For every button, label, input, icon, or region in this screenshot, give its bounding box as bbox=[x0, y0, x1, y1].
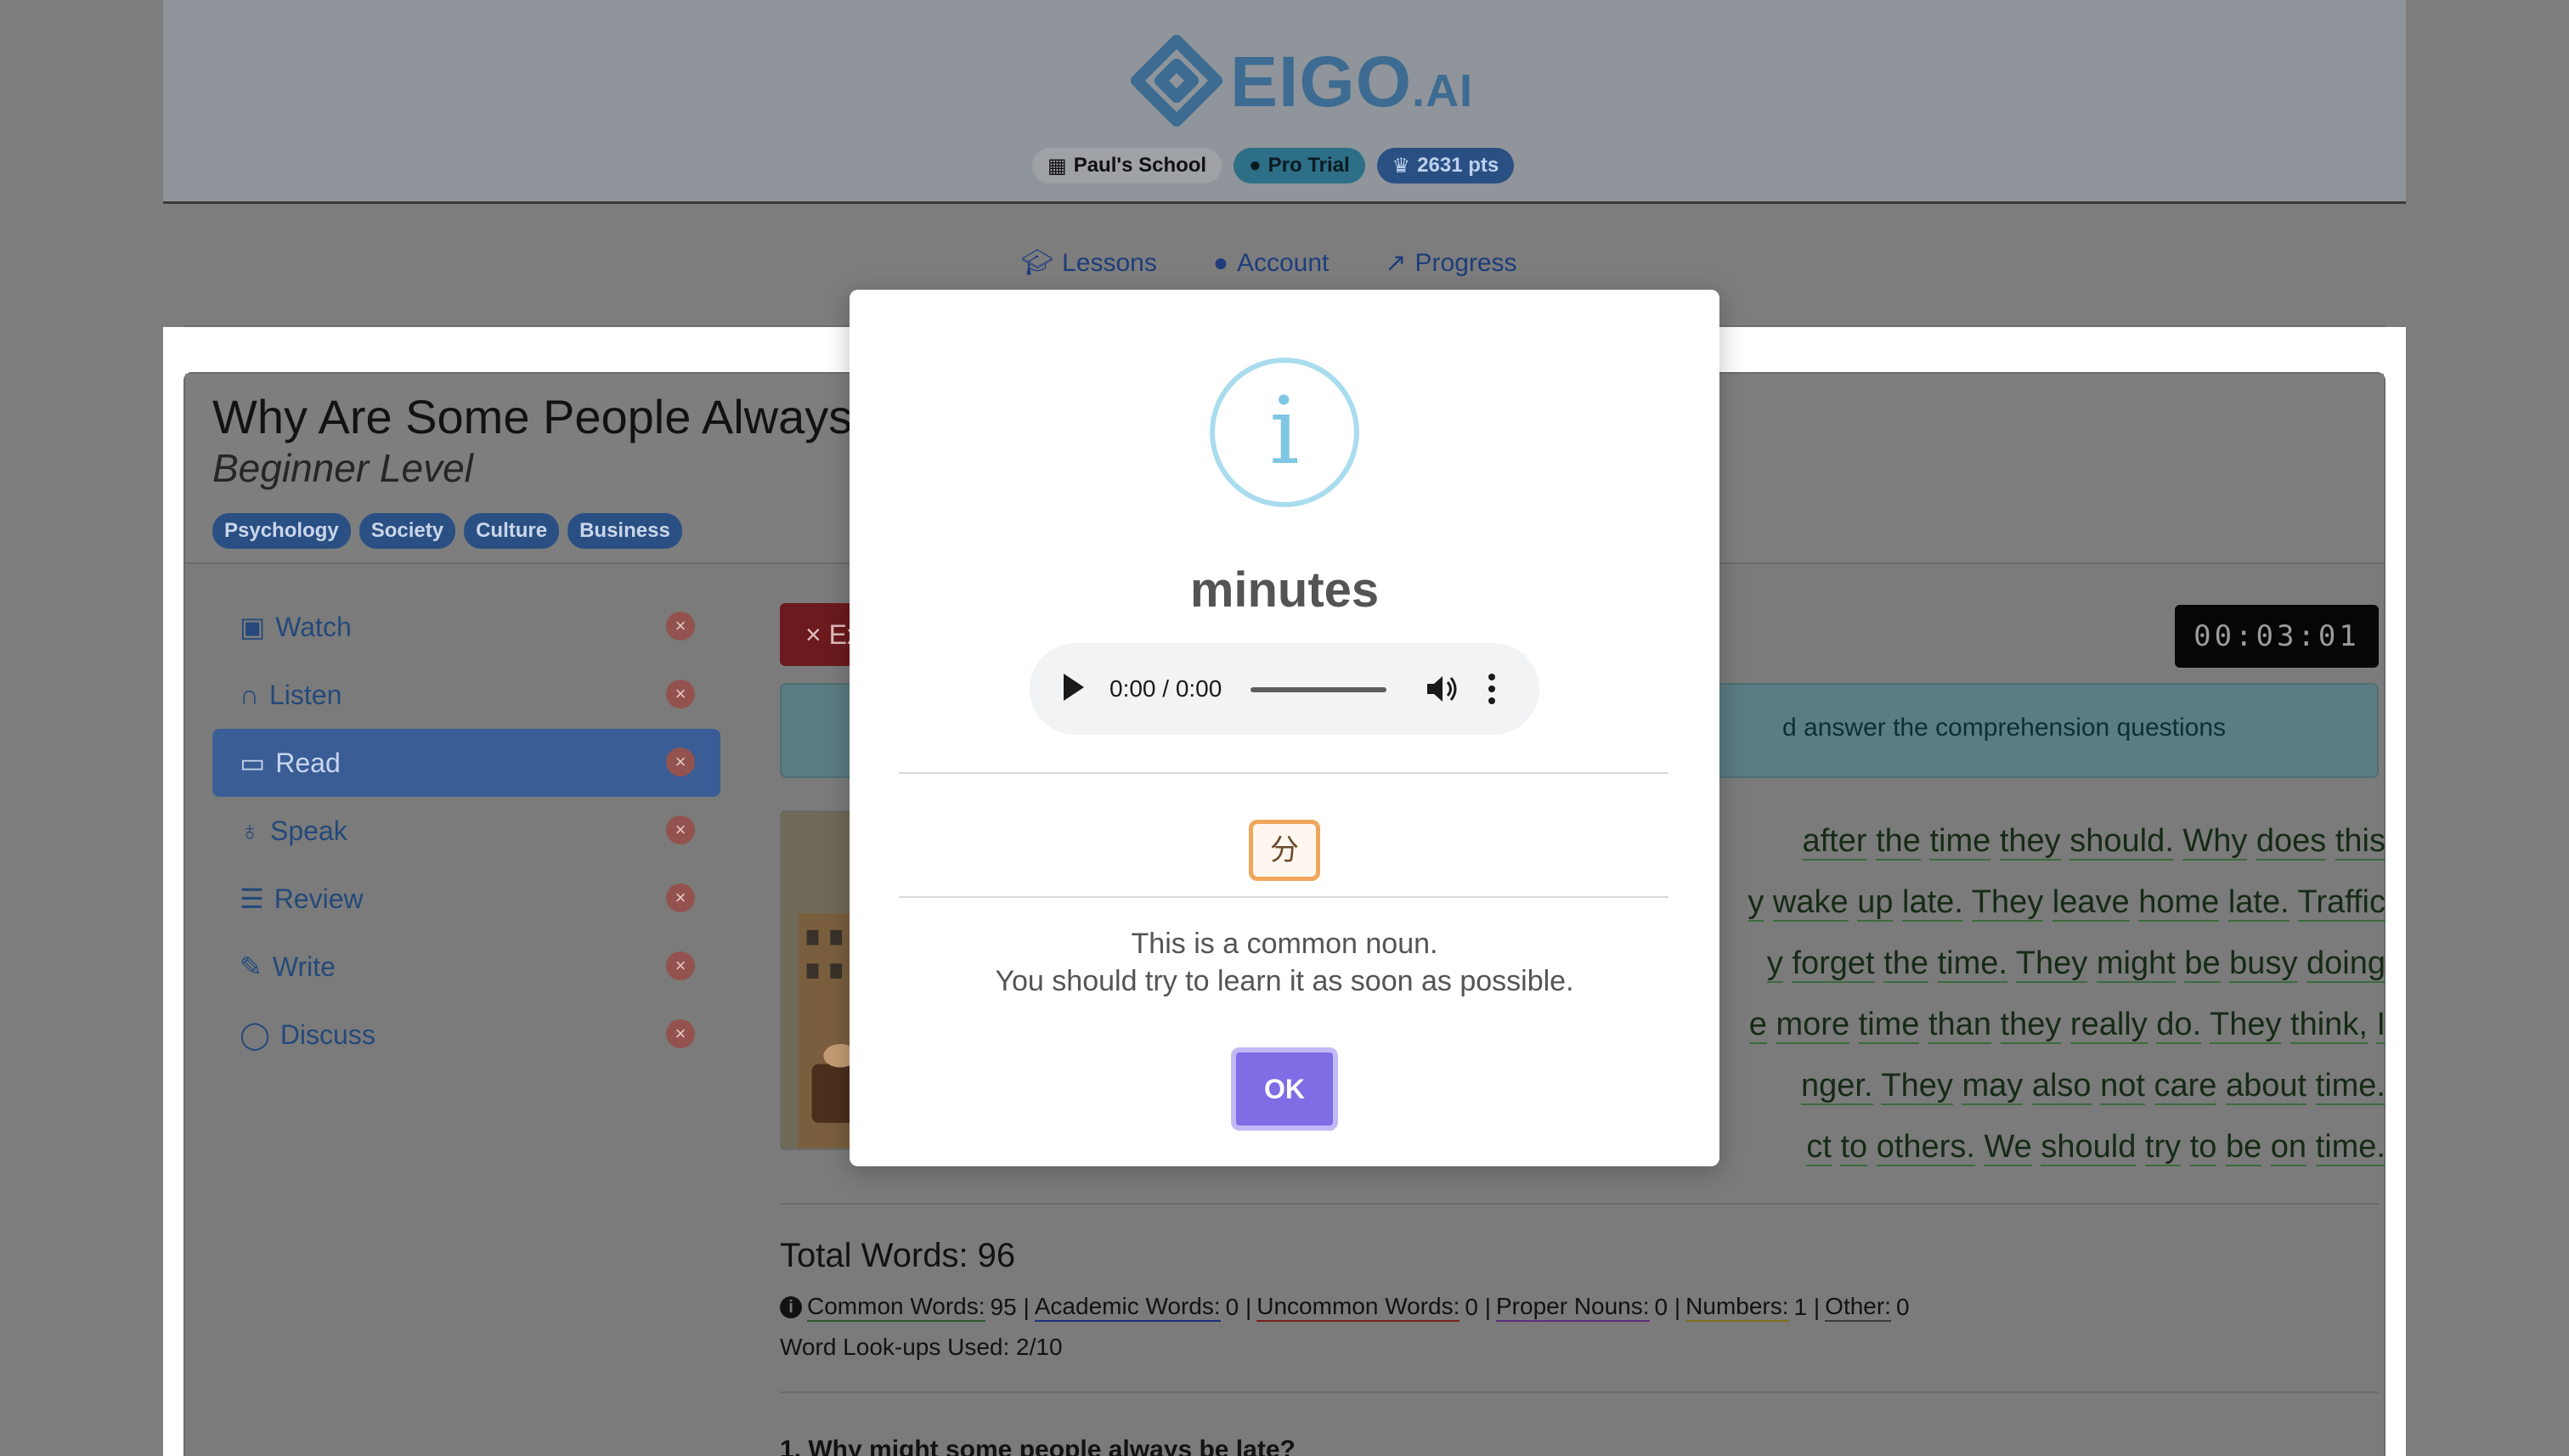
modal-divider bbox=[899, 772, 1668, 774]
play-icon[interactable] bbox=[1064, 674, 1084, 701]
more-options-icon[interactable] bbox=[1488, 672, 1495, 706]
word-modal: i minutes 0:00 / 0:00 分 This is a common… bbox=[850, 290, 1719, 1166]
modal-word: minutes bbox=[1189, 562, 1380, 618]
modal-message: This is a common noun. You should try to… bbox=[850, 925, 1719, 1000]
message-line-2: You should try to learn it as soon as po… bbox=[995, 965, 1574, 997]
message-line-1: This is a common noun. bbox=[1131, 928, 1438, 960]
audio-time: 0:00 / 0:00 bbox=[1109, 675, 1222, 702]
kanji-badge[interactable]: 分 bbox=[1249, 820, 1320, 881]
info-icon: i bbox=[1210, 358, 1359, 507]
modal-divider bbox=[899, 896, 1668, 898]
volume-icon[interactable] bbox=[1422, 670, 1460, 708]
audio-player: 0:00 / 0:00 bbox=[1030, 643, 1539, 735]
audio-progress-slider[interactable] bbox=[1251, 687, 1386, 692]
ok-button[interactable]: OK bbox=[1231, 1047, 1338, 1131]
